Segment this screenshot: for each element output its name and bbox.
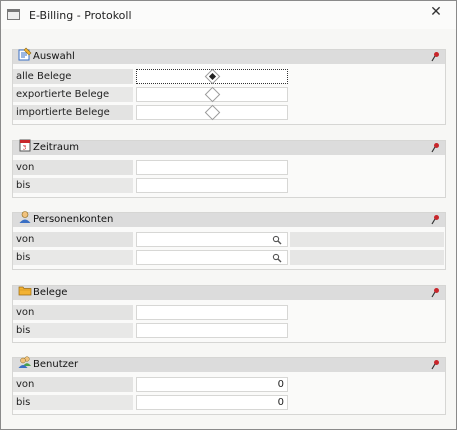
- calendar-icon: 3: [19, 139, 31, 152]
- belege-bis-label: bis: [13, 323, 133, 338]
- option-label-importierte-belege: importierte Belege: [13, 105, 133, 120]
- pin-icon[interactable]: [430, 359, 441, 370]
- section-header-benutzer: Benutzer: [13, 356, 445, 372]
- window-icon: [7, 9, 20, 20]
- dialog-window: E-Billing - Protokoll ✕ Auswahl alle Bel…: [0, 0, 457, 430]
- section-personenkonten: Personenkonten von bis: [12, 211, 446, 270]
- section-title: Zeitraum: [33, 142, 80, 153]
- title-bar: E-Billing - Protokoll ✕: [1, 1, 456, 29]
- option-label-alle-belege: alle Belege: [13, 69, 133, 84]
- radio-alle-belege[interactable]: [204, 68, 221, 85]
- person-icon: [19, 211, 31, 223]
- benutzer-von-label: von: [13, 377, 133, 392]
- row-filler: [290, 232, 444, 247]
- close-button[interactable]: ✕: [426, 3, 446, 21]
- row-spacer: [290, 69, 444, 84]
- zeitraum-von-input[interactable]: [136, 160, 288, 175]
- personenkonten-bis-label: bis: [13, 250, 133, 265]
- section-header-auswahl: Auswahl: [13, 47, 445, 64]
- section-header-zeitraum: 3 Zeitraum: [13, 139, 445, 155]
- personenkonten-bis-input[interactable]: [136, 250, 288, 265]
- personenkonten-von-input[interactable]: [136, 232, 288, 247]
- section-title: Personenkonten: [33, 214, 114, 225]
- section-header-personenkonten: Personenkonten: [13, 211, 445, 227]
- search-icon[interactable]: [272, 235, 282, 245]
- option-alle-belege[interactable]: [136, 68, 288, 85]
- row-filler: [290, 250, 444, 265]
- personenkonten-von-label: von: [13, 232, 133, 247]
- radio-exportierte-belege[interactable]: [204, 86, 221, 103]
- belege-von-input[interactable]: [136, 305, 288, 320]
- note-icon: [18, 47, 32, 61]
- option-exportierte-belege[interactable]: [136, 86, 288, 103]
- pin-icon[interactable]: [430, 287, 441, 298]
- users-icon: [18, 356, 31, 368]
- benutzer-bis-input[interactable]: 0: [136, 395, 288, 410]
- window-title: E-Billing - Protokoll: [29, 9, 132, 22]
- section-zeitraum: 3 Zeitraum von bis: [12, 139, 446, 198]
- pin-icon[interactable]: [430, 142, 441, 153]
- search-icon[interactable]: [272, 253, 282, 263]
- option-label-exportierte-belege: exportierte Belege: [13, 87, 133, 102]
- section-header-belege: Belege: [13, 286, 445, 300]
- section-title: Belege: [33, 287, 68, 298]
- section-title: Benutzer: [33, 359, 79, 370]
- option-importierte-belege[interactable]: [136, 104, 288, 121]
- benutzer-von-value: 0: [277, 379, 284, 390]
- section-benutzer: Benutzer von 0 bis 0: [12, 356, 446, 415]
- zeitraum-bis-label: bis: [13, 178, 133, 193]
- section-title: Auswahl: [33, 51, 75, 62]
- belege-bis-input[interactable]: [136, 323, 288, 338]
- benutzer-von-input[interactable]: 0: [136, 377, 288, 392]
- pin-icon[interactable]: [430, 214, 441, 225]
- radio-importierte-belege[interactable]: [204, 104, 221, 121]
- belege-von-label: von: [13, 305, 133, 320]
- section-auswahl: Auswahl alle Belege exportierte Belege i…: [12, 47, 446, 125]
- svg-text:3: 3: [23, 145, 27, 152]
- pin-icon[interactable]: [430, 51, 441, 62]
- zeitraum-von-label: von: [13, 160, 133, 175]
- benutzer-bis-value: 0: [277, 397, 284, 408]
- close-icon: ✕: [430, 4, 442, 20]
- zeitraum-bis-input[interactable]: [136, 178, 288, 193]
- section-belege: Belege von bis: [12, 285, 446, 343]
- folder-icon: [18, 286, 32, 296]
- benutzer-bis-label: bis: [13, 395, 133, 410]
